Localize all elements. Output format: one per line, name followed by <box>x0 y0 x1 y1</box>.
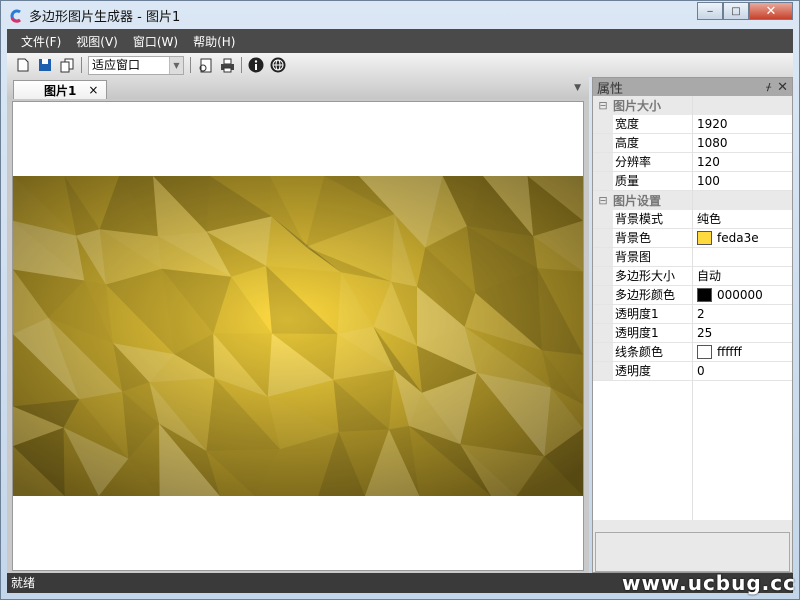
save-icon[interactable] <box>37 57 53 73</box>
properties-panel: 属性 ᚋ ✕ ⊟ 图片大小 宽度 1920 高度 1080 分辨率 120 质量 100 ⊟ 图片设置 背景… <box>592 77 793 573</box>
property-value[interactable]: 000000 <box>693 286 792 304</box>
property-name: 线条颜色 <box>613 343 693 361</box>
property-description <box>595 532 790 572</box>
property-value-text: ffffff <box>717 345 742 359</box>
property-name: 多边形颜色 <box>613 286 693 304</box>
toolbar: 适应窗口 ▼ <box>7 53 793 77</box>
property-value-text: feda3e <box>717 231 759 245</box>
property-value[interactable]: feda3e <box>693 229 792 247</box>
toolbar-separator <box>81 57 82 73</box>
property-value-text: 自动 <box>697 269 722 283</box>
property-value[interactable]: 0 <box>693 362 792 380</box>
pin-icon[interactable]: ᚋ <box>766 82 771 93</box>
menu-window[interactable]: 窗口(W) <box>133 33 178 50</box>
property-value[interactable]: 2 <box>693 305 792 323</box>
property-name: 透明度 <box>613 362 693 380</box>
tab-close-icon[interactable]: × <box>88 83 98 97</box>
window-title: 多边形图片生成器 - 图片1 <box>29 10 181 25</box>
color-swatch[interactable] <box>697 288 712 302</box>
property-value[interactable]: 100 <box>693 172 792 190</box>
property-name: 宽度 <box>613 115 693 133</box>
property-grid: ⊟ 图片大小 宽度 1920 高度 1080 分辨率 120 质量 100 ⊟ 图片设置 背景模式 纯色背… <box>593 96 792 520</box>
title-bar: 多边形图片生成器 - 图片1 <box>1 1 799 30</box>
property-value[interactable]: 1920 <box>693 115 792 133</box>
property-name: 背景模式 <box>613 210 693 228</box>
menu-help[interactable]: 帮助(H) <box>193 33 235 50</box>
property-value-text: 25 <box>697 326 713 340</box>
property-value[interactable]: 25 <box>693 324 792 342</box>
properties-title: 属性 <box>597 81 624 97</box>
property-value-text: 000000 <box>717 288 763 302</box>
tab-label: 图片1 <box>44 83 77 98</box>
property-name: 透明度1 <box>613 324 693 342</box>
close-button[interactable]: ✕ <box>749 2 793 20</box>
property-name: 分辨率 <box>613 153 693 171</box>
menu-view[interactable]: 视图(V) <box>76 33 118 50</box>
copy-icon[interactable] <box>59 57 75 73</box>
collapse-icon[interactable]: ⊟ <box>593 99 613 112</box>
property-name: 背景图 <box>613 248 693 266</box>
tab-list-dropdown-icon[interactable]: ▼ <box>574 83 581 93</box>
property-value[interactable]: ffffff <box>693 343 792 361</box>
property-value[interactable] <box>693 248 792 266</box>
collapse-icon[interactable]: ⊟ <box>593 194 613 207</box>
property-value-text: 纯色 <box>697 212 722 226</box>
maximize-button[interactable]: □ <box>723 2 749 20</box>
tab-image1[interactable]: 图片1 × <box>13 80 107 99</box>
app-logo-icon <box>10 9 21 23</box>
property-value-text: 2 <box>697 307 705 321</box>
color-swatch[interactable] <box>697 231 712 245</box>
toolbar-separator <box>190 57 191 73</box>
property-value[interactable]: 纯色 <box>693 210 792 228</box>
preview-icon[interactable] <box>197 57 213 73</box>
print-icon[interactable] <box>219 57 235 73</box>
property-value[interactable]: 1080 <box>693 134 792 152</box>
property-name: 高度 <box>613 134 693 152</box>
new-file-icon[interactable] <box>15 57 31 73</box>
document-area: 图片1 × ▼ <box>7 77 589 573</box>
property-value-text: 1080 <box>697 136 728 150</box>
property-value-text: 100 <box>697 174 720 188</box>
property-value[interactable]: 自动 <box>693 267 792 285</box>
image-canvas <box>12 101 584 571</box>
property-name: 透明度1 <box>613 305 693 323</box>
property-value-text: 120 <box>697 155 720 169</box>
panel-close-icon[interactable]: ✕ <box>777 80 788 95</box>
zoom-select[interactable]: 适应窗口 ▼ <box>88 55 184 75</box>
watermark: www.ucbug.cc <box>621 571 796 595</box>
minimize-button[interactable]: ‒ <box>697 2 723 20</box>
property-name: 质量 <box>613 172 693 190</box>
menu-bar: 文件(F) 视图(V) 窗口(W) 帮助(H) <box>7 29 793 53</box>
category-label: 图片设置 <box>613 194 662 208</box>
color-swatch[interactable] <box>697 345 712 359</box>
toolbar-separator <box>241 57 242 73</box>
zoom-value: 适应窗口 <box>92 57 141 72</box>
property-value-text: 1920 <box>697 117 728 131</box>
polygon-image <box>13 176 583 496</box>
category-label: 图片大小 <box>613 99 662 113</box>
property-value-text: 0 <box>697 364 705 378</box>
info-icon[interactable] <box>248 57 264 73</box>
globe-icon[interactable] <box>270 57 286 73</box>
chevron-down-icon: ▼ <box>169 56 183 74</box>
menu-file[interactable]: 文件(F) <box>21 33 61 50</box>
property-name: 多边形大小 <box>613 267 693 285</box>
property-value[interactable]: 120 <box>693 153 792 171</box>
property-name: 背景色 <box>613 229 693 247</box>
